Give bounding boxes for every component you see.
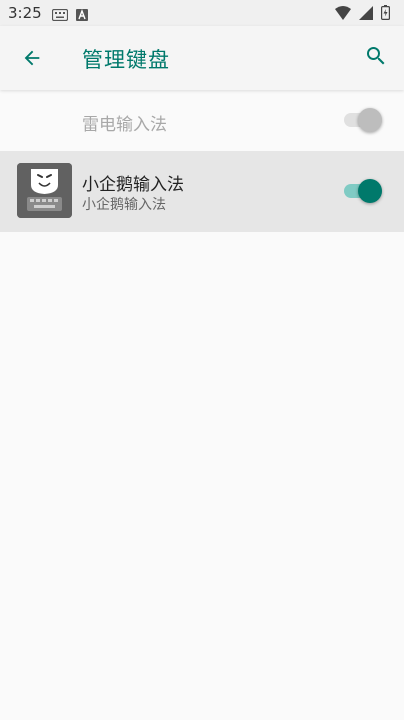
keyboard-item-title: 小企鹅输入法 [82,175,184,195]
keyboard-item-fcitx[interactable]: 小企鹅输入法 小企鹅输入法 [0,151,404,232]
keyboard-toggle-leidian[interactable] [344,105,382,135]
status-bar: 3:25 [0,0,404,26]
keyboard-item-subtitle: 小企鹅输入法 [82,197,166,213]
search-button[interactable] [360,42,392,74]
status-time: 3:25 [8,4,42,22]
keyboard-notification-icon [51,6,69,25]
notification-icons [51,6,88,25]
keyboard-toggle-fcitx[interactable] [344,176,382,206]
switch-thumb [358,108,382,132]
wifi-icon [335,5,351,24]
search-icon [364,44,388,72]
system-status-icons [335,5,391,24]
battery-icon [381,5,391,24]
keyboard-item-leidian: 雷电输入法 [0,91,404,149]
penguin-keyboard-app-icon [17,163,72,218]
keyboard-item-title: 雷电输入法 [82,115,167,135]
app-notification-icon [76,6,88,25]
back-button[interactable] [16,44,48,76]
app-bar: 管理键盘 [0,26,404,90]
page-title: 管理键盘 [82,48,170,72]
switch-thumb [358,179,382,203]
signal-icon [359,5,373,24]
arrow-back-icon [21,47,43,73]
